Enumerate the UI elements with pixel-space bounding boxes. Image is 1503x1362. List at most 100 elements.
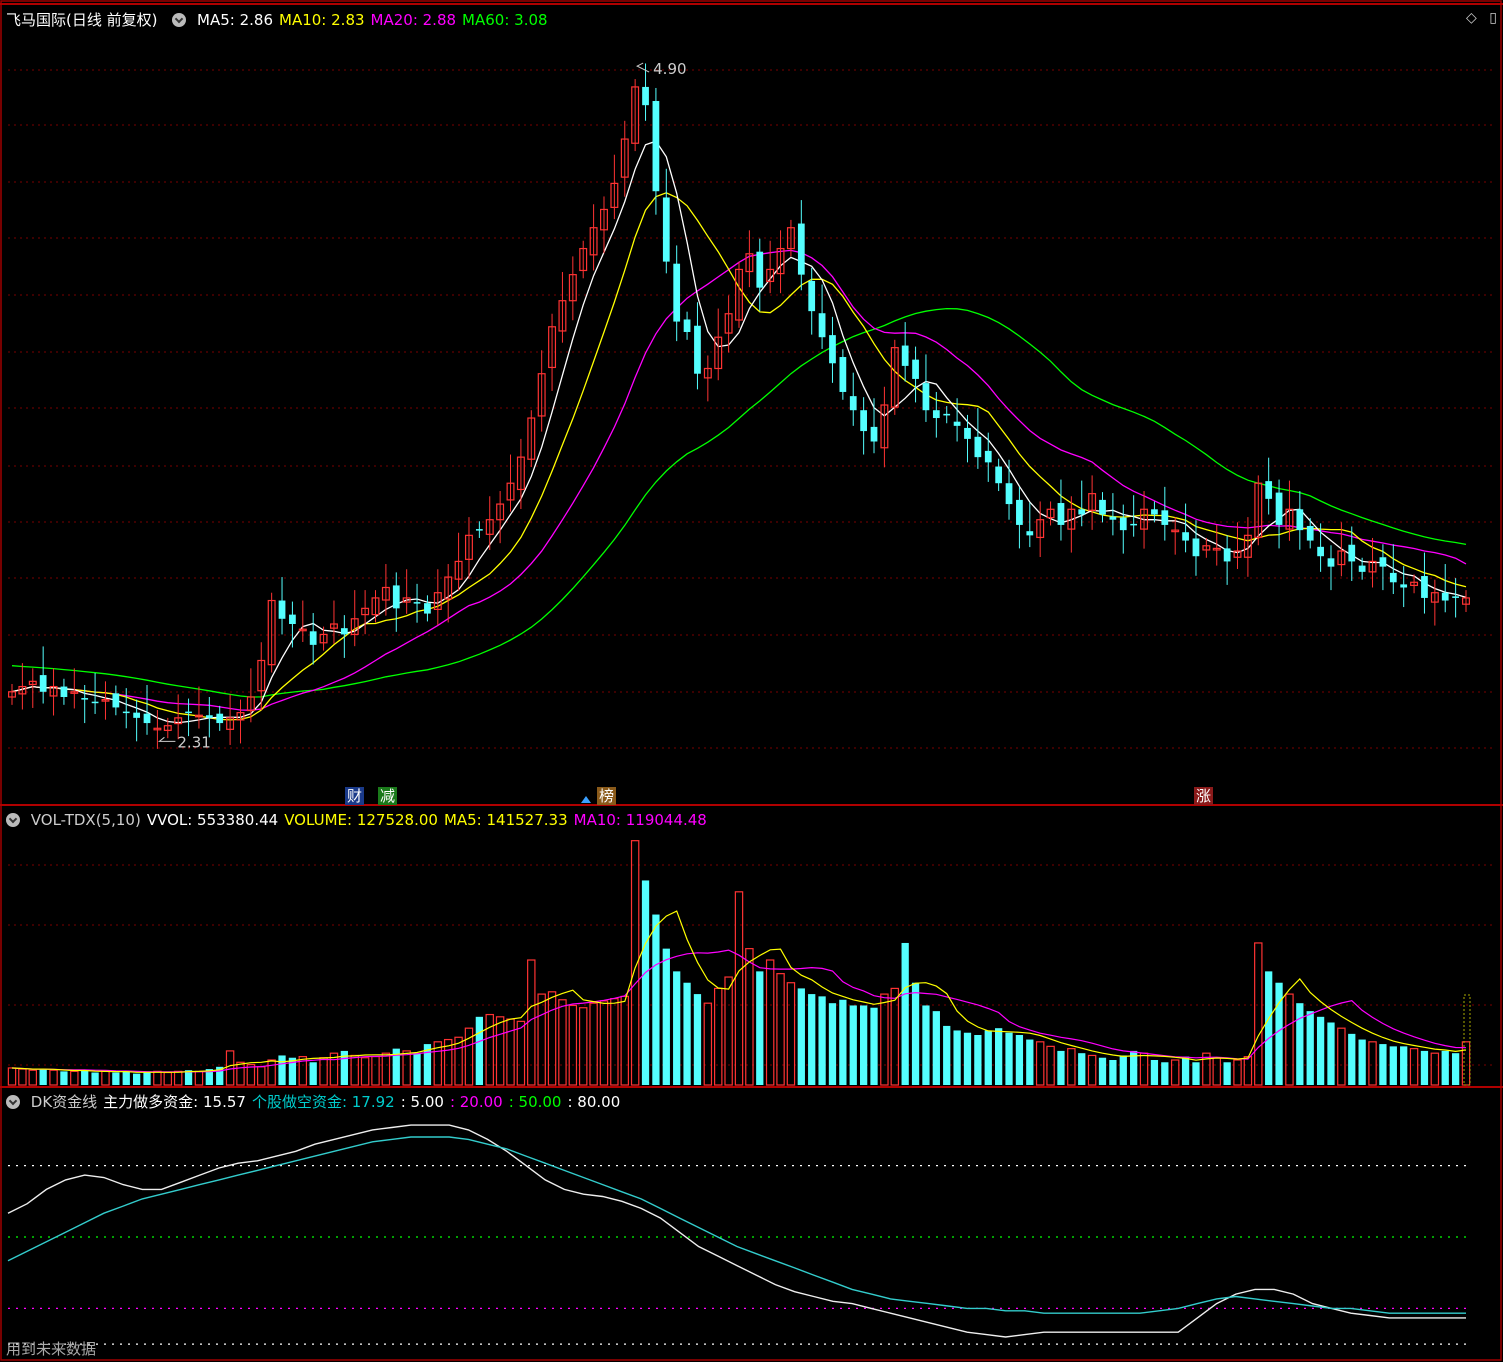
candle-body bbox=[1441, 592, 1449, 601]
candle-body bbox=[1317, 546, 1324, 557]
volume-bar bbox=[724, 976, 733, 1086]
high-price-label: 4.90 bbox=[653, 60, 686, 78]
badge-finance[interactable]: 财 bbox=[345, 787, 365, 805]
dk-legend: DK资金线 主力做多资金: 15.57 个股做空资金: 17.92: 5.00: 2… bbox=[31, 1093, 626, 1111]
candle-body bbox=[39, 675, 47, 692]
volume-bar bbox=[589, 1002, 598, 1086]
volume-bar bbox=[641, 880, 650, 1085]
volume-label-4: MA10: 119044.48 bbox=[573, 811, 707, 829]
volume-bar bbox=[1026, 1039, 1034, 1085]
dk-label-0: DK资金线 bbox=[30, 1093, 98, 1111]
volume-bar bbox=[516, 1020, 526, 1086]
candle-body bbox=[185, 711, 192, 714]
volume-bar bbox=[1015, 1035, 1024, 1085]
candle-body bbox=[1296, 509, 1304, 531]
volume-bar bbox=[870, 1007, 878, 1085]
candle-body bbox=[81, 698, 89, 700]
candle-body bbox=[1151, 509, 1158, 515]
volume-bar bbox=[1358, 1039, 1366, 1085]
volume-bar bbox=[1078, 1053, 1086, 1085]
candle-body bbox=[1099, 499, 1106, 515]
volume-bar bbox=[173, 1070, 183, 1086]
candle-body bbox=[1057, 503, 1065, 525]
candle-body bbox=[912, 359, 919, 379]
dk-label-1: 主力做多资金: 15.57 bbox=[103, 1093, 246, 1111]
volume-ma10-line bbox=[11, 949, 1467, 1073]
candle-body bbox=[1389, 572, 1397, 583]
chevron-down-icon[interactable] bbox=[6, 813, 20, 827]
candle-body bbox=[289, 614, 296, 624]
volume-bar bbox=[7, 1067, 17, 1086]
volume-bar bbox=[475, 1016, 483, 1085]
dk-label-3: : 5.00 bbox=[400, 1093, 444, 1111]
candle-body bbox=[1078, 509, 1086, 515]
volume-bar bbox=[756, 971, 764, 1085]
volume-bar bbox=[350, 1054, 359, 1086]
volume-bar bbox=[953, 1030, 961, 1085]
badge-list[interactable]: 榜 bbox=[597, 787, 617, 805]
chevron-down-icon[interactable] bbox=[172, 13, 187, 27]
volume-bar bbox=[1430, 1052, 1440, 1086]
volume-bar bbox=[143, 1072, 151, 1085]
volume-bar bbox=[1170, 1059, 1180, 1086]
candle-body bbox=[413, 602, 421, 604]
candle-body bbox=[340, 628, 348, 635]
volume-label-0: VOL-TDX(5,10) bbox=[30, 811, 141, 829]
candle-body bbox=[1119, 517, 1127, 531]
chevron-down-icon[interactable] bbox=[6, 1095, 20, 1109]
volume-bar bbox=[1057, 1050, 1065, 1085]
volume-bar bbox=[1233, 1059, 1242, 1086]
volume-bar bbox=[413, 1053, 421, 1085]
volume-bar bbox=[849, 1005, 857, 1085]
volume-bar bbox=[963, 1032, 972, 1085]
volume-bar bbox=[808, 994, 816, 1085]
volume-bar bbox=[610, 998, 619, 1086]
ma-legend: MA5: 2.86 MA10: 2.83 MA20: 2.88 MA60: 3.08 bbox=[197, 11, 554, 29]
candle-body bbox=[1265, 481, 1273, 499]
diamond-icon[interactable]: ◇ bbox=[1466, 10, 1477, 26]
volume-bar bbox=[225, 1050, 235, 1086]
dk-label-2: 个股做空资金: 17.92 bbox=[251, 1093, 395, 1111]
volume-bar bbox=[267, 1059, 276, 1086]
volume-bar bbox=[70, 1070, 79, 1086]
volume-bar bbox=[797, 988, 805, 1085]
dk-panel-header: DK资金线 主力做多资金: 15.57 个股做空资金: 17.92: 5.00: 2… bbox=[6, 1092, 632, 1112]
candle-body bbox=[392, 585, 400, 609]
badge-limit-up[interactable]: 涨 bbox=[1194, 787, 1214, 805]
badge-reduce[interactable]: 减 bbox=[378, 787, 398, 805]
candle-body bbox=[1016, 499, 1023, 525]
candle-body bbox=[1400, 584, 1408, 588]
candle-body bbox=[91, 701, 99, 704]
candle-body bbox=[694, 325, 701, 374]
volume-bar bbox=[278, 1055, 286, 1085]
volume-label-2: VOLUME: 127528.00 bbox=[284, 811, 438, 829]
ma-label-1: MA10: 2.83 bbox=[279, 11, 365, 29]
candle-body bbox=[652, 101, 660, 192]
volume-bar bbox=[776, 973, 785, 1086]
candle-body bbox=[309, 631, 317, 645]
volume-bar bbox=[132, 1073, 141, 1085]
volume-bar bbox=[1337, 1027, 1346, 1086]
volume-bar bbox=[1285, 993, 1294, 1086]
candle-body bbox=[662, 197, 670, 262]
volume-bar bbox=[1316, 1016, 1325, 1085]
volume-bar bbox=[652, 914, 660, 1085]
low-price-label: 2.31 bbox=[177, 733, 210, 751]
window-icon[interactable]: ▯ bbox=[1489, 10, 1497, 26]
volume-label-1: VVOL: 553380.44 bbox=[146, 811, 279, 829]
volume-bar bbox=[1098, 1057, 1107, 1085]
volume-bar bbox=[859, 1005, 868, 1085]
candle-body bbox=[475, 529, 483, 531]
volume-bar bbox=[599, 1000, 609, 1086]
volume-bar bbox=[1067, 1048, 1076, 1086]
candle-body bbox=[278, 600, 286, 619]
volume-bar bbox=[402, 1050, 411, 1086]
candle-body bbox=[1192, 538, 1200, 557]
volume-bar bbox=[1409, 1048, 1419, 1086]
volume-bar bbox=[1327, 1022, 1335, 1085]
volume-bar bbox=[319, 1057, 328, 1086]
candle-body bbox=[860, 410, 868, 432]
candle-body bbox=[60, 686, 68, 697]
candle-body bbox=[974, 436, 982, 458]
volume-bar bbox=[547, 991, 557, 1086]
